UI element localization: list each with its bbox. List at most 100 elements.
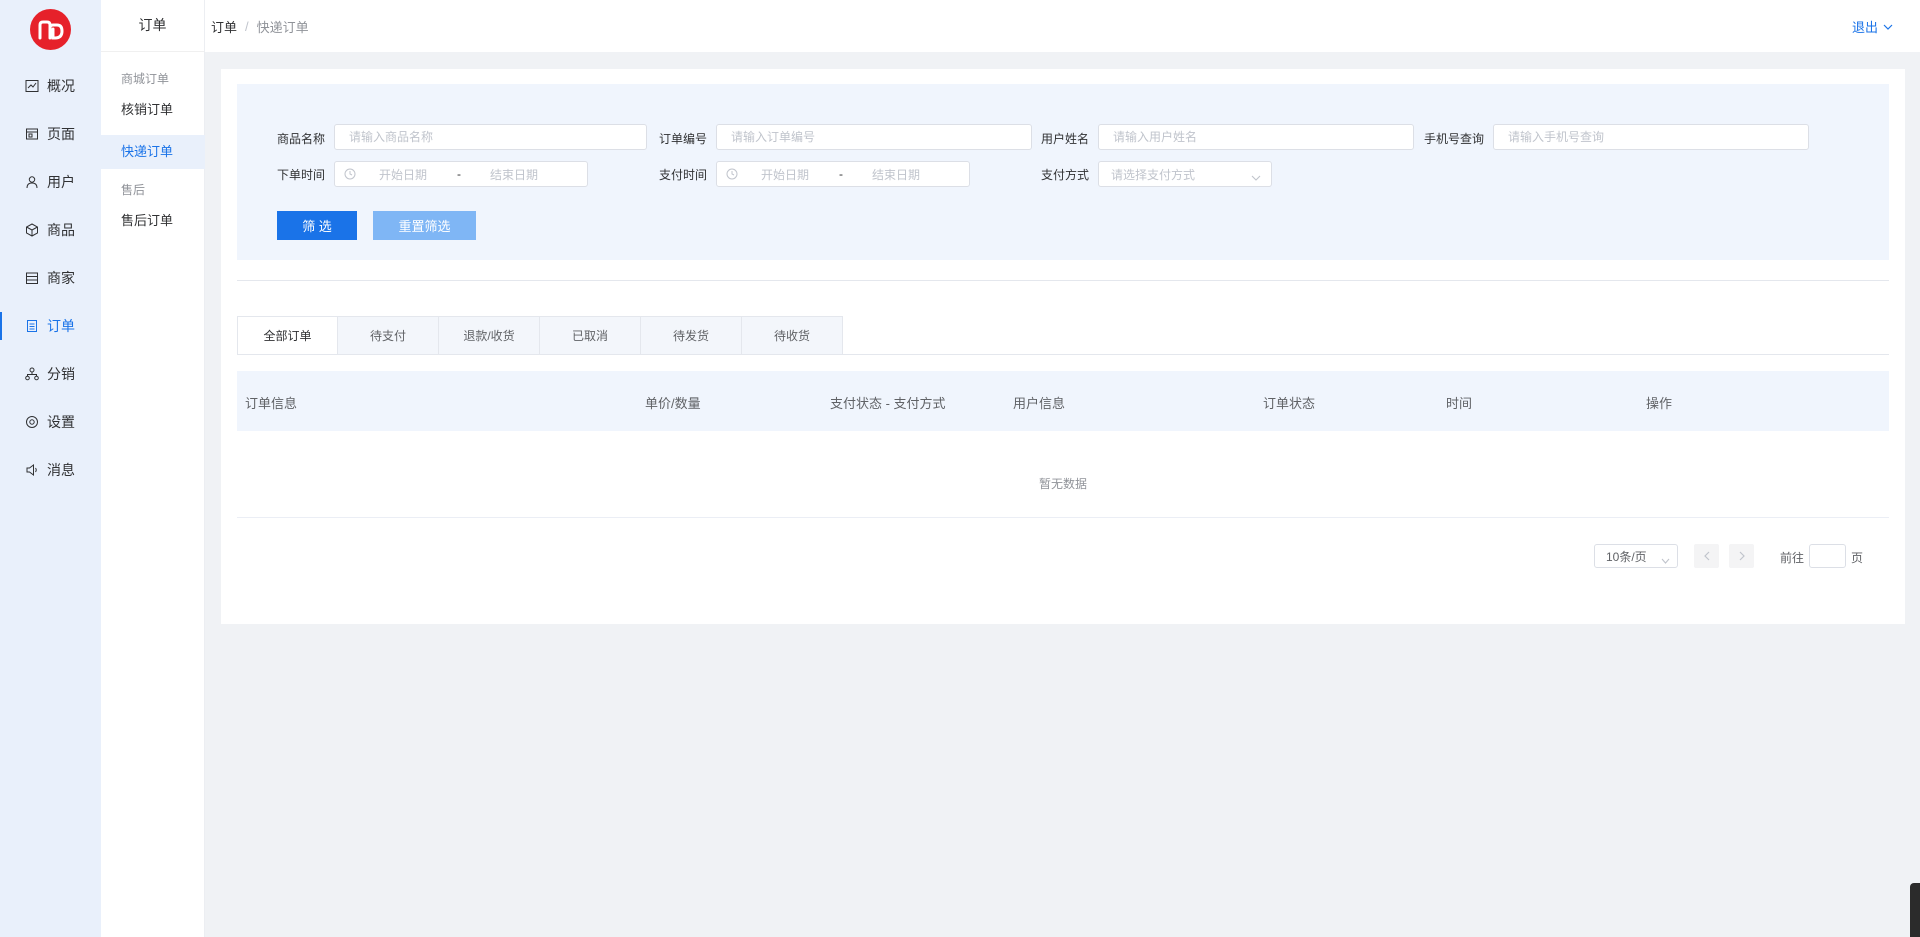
column-time: 时间 bbox=[1446, 396, 1473, 411]
chevron-down-icon bbox=[1251, 170, 1261, 184]
sub-sidebar-title: 订单 bbox=[101, 0, 204, 52]
table-header: 订单信息 单价/数量 支付状态 - 支付方式 用户信息 订单状态 时间 操作 bbox=[237, 371, 1889, 431]
clock-icon bbox=[344, 168, 356, 180]
pay-time-label: 支付时间 bbox=[659, 168, 708, 182]
nav-item-settings[interactable]: 设置 bbox=[0, 398, 101, 446]
goto-label: 前往 bbox=[1780, 551, 1805, 565]
nav-label: 设置 bbox=[47, 414, 75, 430]
page-icon bbox=[25, 127, 39, 141]
page-size-select[interactable]: 10条/页 bbox=[1594, 544, 1678, 568]
breadcrumb: 订单 / 快递订单 bbox=[211, 17, 309, 36]
chevron-right-icon bbox=[1739, 551, 1745, 561]
reset-filter-button[interactable]: 重置筛选 bbox=[373, 211, 476, 240]
nav-item-merchants[interactable]: 商家 bbox=[0, 254, 101, 302]
nav-label: 用户 bbox=[47, 174, 75, 190]
nav-rail: 概况 页面 用户 商品 商家 订单 分销 设置 消息 bbox=[0, 0, 101, 937]
column-pay-status: 支付状态 - 支付方式 bbox=[830, 396, 946, 411]
product-name-label: 商品名称 bbox=[277, 132, 326, 146]
column-order-status: 订单状态 bbox=[1263, 396, 1316, 411]
filter-panel: 商品名称 订单编号 用户姓名 手机号查询 下单时间 开始日期 - 结束日期 支付… bbox=[237, 84, 1889, 260]
pay-method-select[interactable]: 请选择支付方式 bbox=[1098, 161, 1272, 187]
nav-item-overview[interactable]: 概况 bbox=[0, 62, 101, 110]
nav-item-users[interactable]: 用户 bbox=[0, 158, 101, 206]
nav-item-products[interactable]: 商品 bbox=[0, 206, 101, 254]
settings-icon bbox=[25, 415, 39, 429]
chart-line-icon bbox=[25, 79, 39, 93]
sub-link-express-orders[interactable]: 快递订单 bbox=[101, 135, 205, 169]
order-status-tabs: 全部订单 待支付 退款/收货 已取消 待发货 待收货 bbox=[237, 316, 843, 355]
phone-label: 手机号查询 bbox=[1424, 132, 1485, 146]
column-user-info: 用户信息 bbox=[1013, 396, 1066, 411]
chevron-down-icon bbox=[1883, 24, 1893, 30]
user-icon bbox=[25, 175, 39, 189]
product-name-input[interactable] bbox=[334, 124, 647, 150]
logout-button[interactable]: 退出 bbox=[1852, 17, 1893, 36]
next-page-button[interactable] bbox=[1729, 544, 1754, 568]
tab-pending-payment[interactable]: 待支付 bbox=[338, 316, 439, 355]
order-time-label: 下单时间 bbox=[277, 168, 326, 182]
nav-item-pages[interactable]: 页面 bbox=[0, 110, 101, 158]
pay-method-placeholder: 请选择支付方式 bbox=[1111, 167, 1196, 182]
order-time-range[interactable]: 开始日期 - 结束日期 bbox=[334, 161, 588, 187]
main-card: 商品名称 订单编号 用户姓名 手机号查询 下单时间 开始日期 - 结束日期 支付… bbox=[221, 69, 1905, 624]
user-name-input[interactable] bbox=[1098, 124, 1414, 150]
breadcrumb-orders[interactable]: 订单 bbox=[211, 17, 237, 36]
order-no-input[interactable] bbox=[716, 124, 1032, 150]
column-order-info: 订单信息 bbox=[245, 396, 298, 411]
logo-icon[interactable] bbox=[30, 9, 71, 50]
nav-label: 商品 bbox=[47, 222, 75, 238]
table-empty-state: 暂无数据 bbox=[237, 431, 1889, 518]
cube-icon bbox=[25, 223, 39, 237]
tab-pending-receipt[interactable]: 待收货 bbox=[742, 316, 843, 355]
tab-all-orders[interactable]: 全部订单 bbox=[237, 316, 338, 355]
order-start-date[interactable]: 开始日期 bbox=[379, 166, 427, 183]
pay-time-range[interactable]: 开始日期 - 结束日期 bbox=[716, 161, 970, 187]
phone-input[interactable] bbox=[1493, 124, 1809, 150]
sub-group-after-sales: 售后 bbox=[121, 183, 146, 197]
chevron-down-icon bbox=[1661, 553, 1670, 567]
tab-cancelled[interactable]: 已取消 bbox=[540, 316, 641, 355]
nav-label: 概况 bbox=[47, 78, 75, 94]
pay-method-label: 支付方式 bbox=[1041, 168, 1090, 182]
nav-label: 分销 bbox=[47, 366, 75, 382]
pay-end-date[interactable]: 结束日期 bbox=[872, 166, 920, 183]
pay-start-date[interactable]: 开始日期 bbox=[761, 166, 809, 183]
network-icon bbox=[25, 367, 39, 381]
order-end-date[interactable]: 结束日期 bbox=[490, 166, 538, 183]
nav-label: 商家 bbox=[47, 270, 75, 286]
prev-page-button[interactable] bbox=[1694, 544, 1719, 568]
order-icon bbox=[25, 319, 39, 333]
column-actions: 操作 bbox=[1646, 396, 1673, 411]
page-size-value: 10条/页 bbox=[1606, 549, 1647, 564]
chevron-left-icon bbox=[1703, 551, 1710, 561]
clock-icon bbox=[726, 168, 738, 180]
nav-label: 页面 bbox=[47, 126, 75, 142]
store-icon bbox=[25, 271, 39, 285]
secondary-sidebar: 订单 商城订单 核销订单 快递订单 售后 售后订单 bbox=[101, 0, 205, 937]
header: 订单 / 快递订单 退出 bbox=[205, 0, 1920, 52]
sub-link-verify-orders[interactable]: 核销订单 bbox=[101, 93, 205, 127]
order-range-separator: - bbox=[457, 167, 461, 181]
breadcrumb-express-orders: 快递订单 bbox=[256, 19, 309, 35]
sub-group-mall-orders: 商城订单 bbox=[121, 72, 170, 86]
filter-button[interactable]: 筛 选 bbox=[277, 211, 357, 240]
nav-label: 订单 bbox=[47, 318, 75, 334]
speaker-icon bbox=[25, 463, 39, 477]
nav-item-distribution[interactable]: 分销 bbox=[0, 350, 101, 398]
nav-item-messages[interactable]: 消息 bbox=[0, 446, 101, 494]
tab-pending-shipment[interactable]: 待发货 bbox=[641, 316, 742, 355]
tab-refund-receipt[interactable]: 退款/收货 bbox=[439, 316, 540, 355]
tabs-underline bbox=[237, 354, 1889, 355]
nav-item-orders[interactable]: 订单 bbox=[0, 302, 101, 350]
section-divider bbox=[237, 280, 1889, 281]
pay-range-separator: - bbox=[839, 167, 843, 181]
scroll-handle[interactable] bbox=[1910, 883, 1920, 937]
order-no-label: 订单编号 bbox=[659, 132, 708, 146]
user-name-label: 用户姓名 bbox=[1041, 132, 1090, 146]
nav-label: 消息 bbox=[47, 462, 75, 478]
column-price-qty: 单价/数量 bbox=[645, 396, 701, 411]
sub-link-after-sales-orders[interactable]: 售后订单 bbox=[101, 204, 205, 238]
empty-text: 暂无数据 bbox=[1038, 477, 1087, 491]
logout-label: 退出 bbox=[1851, 20, 1878, 35]
goto-page-input[interactable] bbox=[1809, 544, 1846, 568]
